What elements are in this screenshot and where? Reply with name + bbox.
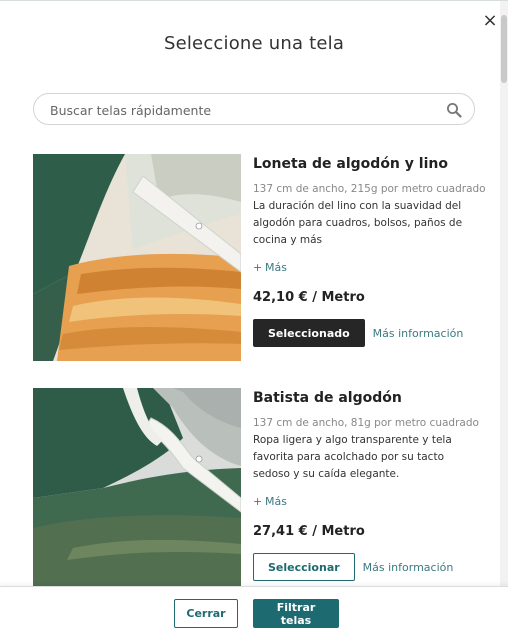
- fabric-details: Batista de algodón 137 cm de ancho, 81g …: [253, 388, 479, 581]
- fabric-image: [33, 154, 241, 361]
- plus-icon: +: [253, 495, 263, 508]
- search-icon[interactable]: [446, 102, 462, 118]
- modal-footer: Cerrar Filtrar telas: [0, 586, 508, 636]
- select-button[interactable]: Seleccionar: [253, 553, 355, 581]
- more-label: Más: [265, 261, 287, 274]
- fabric-spec: 137 cm de ancho, 215g por metro cuadrado: [253, 183, 486, 195]
- scrollbar-thumb[interactable]: [501, 15, 507, 83]
- fabric-actions: Seleccionado Más información: [253, 319, 468, 347]
- fabric-spec: 137 cm de ancho, 81g por metro cuadrado: [253, 417, 479, 429]
- search-input[interactable]: [48, 94, 442, 126]
- fabric-name: Loneta de algodón y lino: [253, 156, 448, 172]
- plus-icon: +: [253, 261, 263, 274]
- more-info-link[interactable]: Más información: [363, 561, 454, 574]
- modal-title: Seleccione una tela: [163, 33, 345, 54]
- more-toggle[interactable]: + Más: [253, 495, 468, 508]
- fabric-actions: Seleccionar Más información: [253, 553, 468, 581]
- search-box: [33, 93, 475, 126]
- more-label: Más: [265, 495, 287, 508]
- fabric-details: Loneta de algodón y lino 137 cm de ancho…: [253, 154, 486, 347]
- selected-button[interactable]: Seleccionado: [253, 319, 365, 347]
- close-icon[interactable]: ×: [482, 12, 498, 30]
- fabric-price: 27,41 € / Metro: [253, 524, 365, 539]
- fabric-selector-modal: × Seleccione una tela Buscar telas rápid…: [0, 0, 508, 636]
- scrollbar[interactable]: [500, 1, 508, 586]
- close-button[interactable]: Cerrar: [174, 599, 238, 628]
- fabric-price: 42,10 € / Metro: [253, 290, 365, 305]
- more-info-link[interactable]: Más información: [373, 327, 464, 340]
- filter-fabrics-button[interactable]: Filtrar telas: [253, 599, 339, 628]
- more-toggle[interactable]: + Más: [253, 261, 468, 274]
- fabric-description: La duración del lino con la suavidad del…: [253, 200, 463, 246]
- fabric-name: Batista de algodón: [253, 390, 402, 406]
- fabric-image: [33, 388, 241, 595]
- fabric-description: Ropa ligera y algo transparente y tela f…: [253, 434, 452, 480]
